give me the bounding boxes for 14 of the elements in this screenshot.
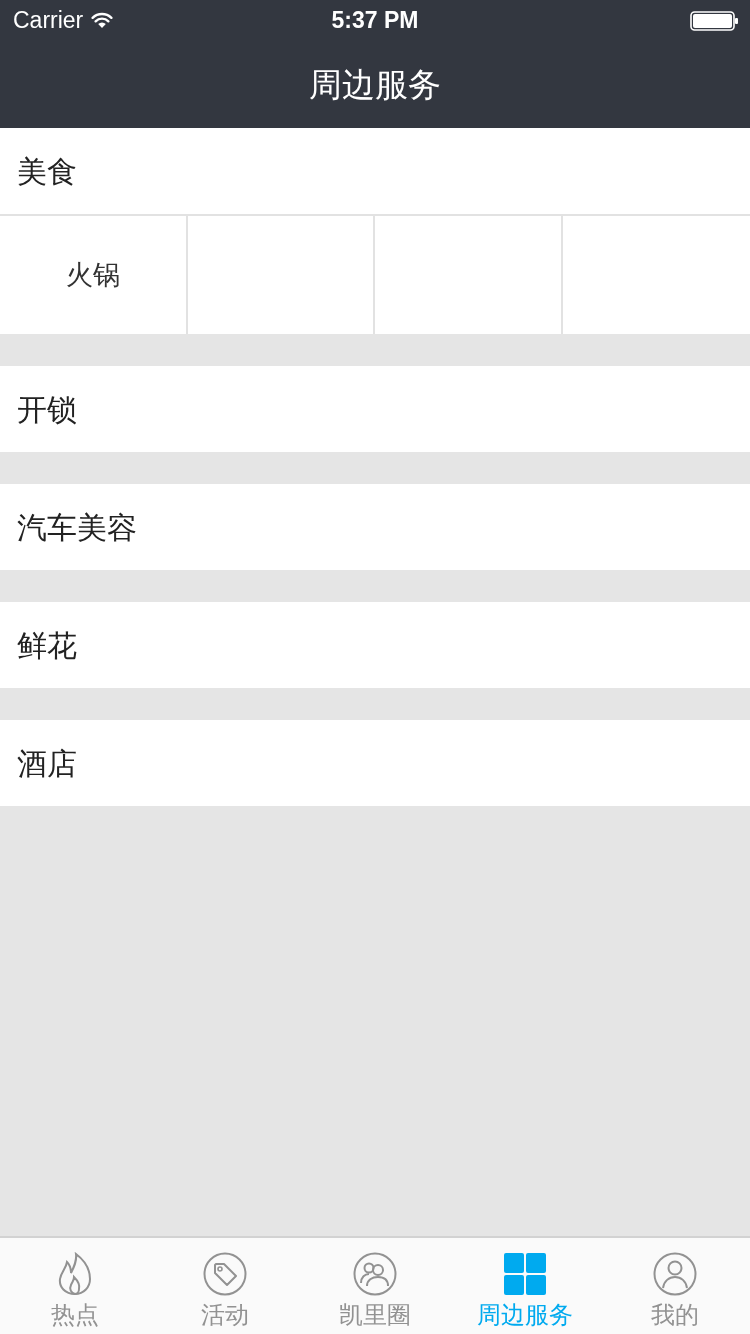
tag-icon <box>203 1252 247 1296</box>
grid-icon <box>503 1252 547 1296</box>
page-title: 周边服务 <box>309 67 441 101</box>
category-row[interactable]: 开锁 <box>0 366 750 452</box>
category-row[interactable]: 鲜花 <box>0 602 750 688</box>
people-icon <box>353 1252 397 1296</box>
category-row[interactable]: 酒店 <box>0 720 750 806</box>
wifi-icon <box>91 11 114 29</box>
status-time: 5:37 PM <box>331 8 419 32</box>
carrier-label: Carrier <box>13 8 84 32</box>
category-row[interactable]: 汽车美容 <box>0 484 750 570</box>
category-row[interactable]: 美食 <box>0 128 750 214</box>
battery-icon <box>690 11 739 31</box>
person-icon <box>653 1252 697 1296</box>
